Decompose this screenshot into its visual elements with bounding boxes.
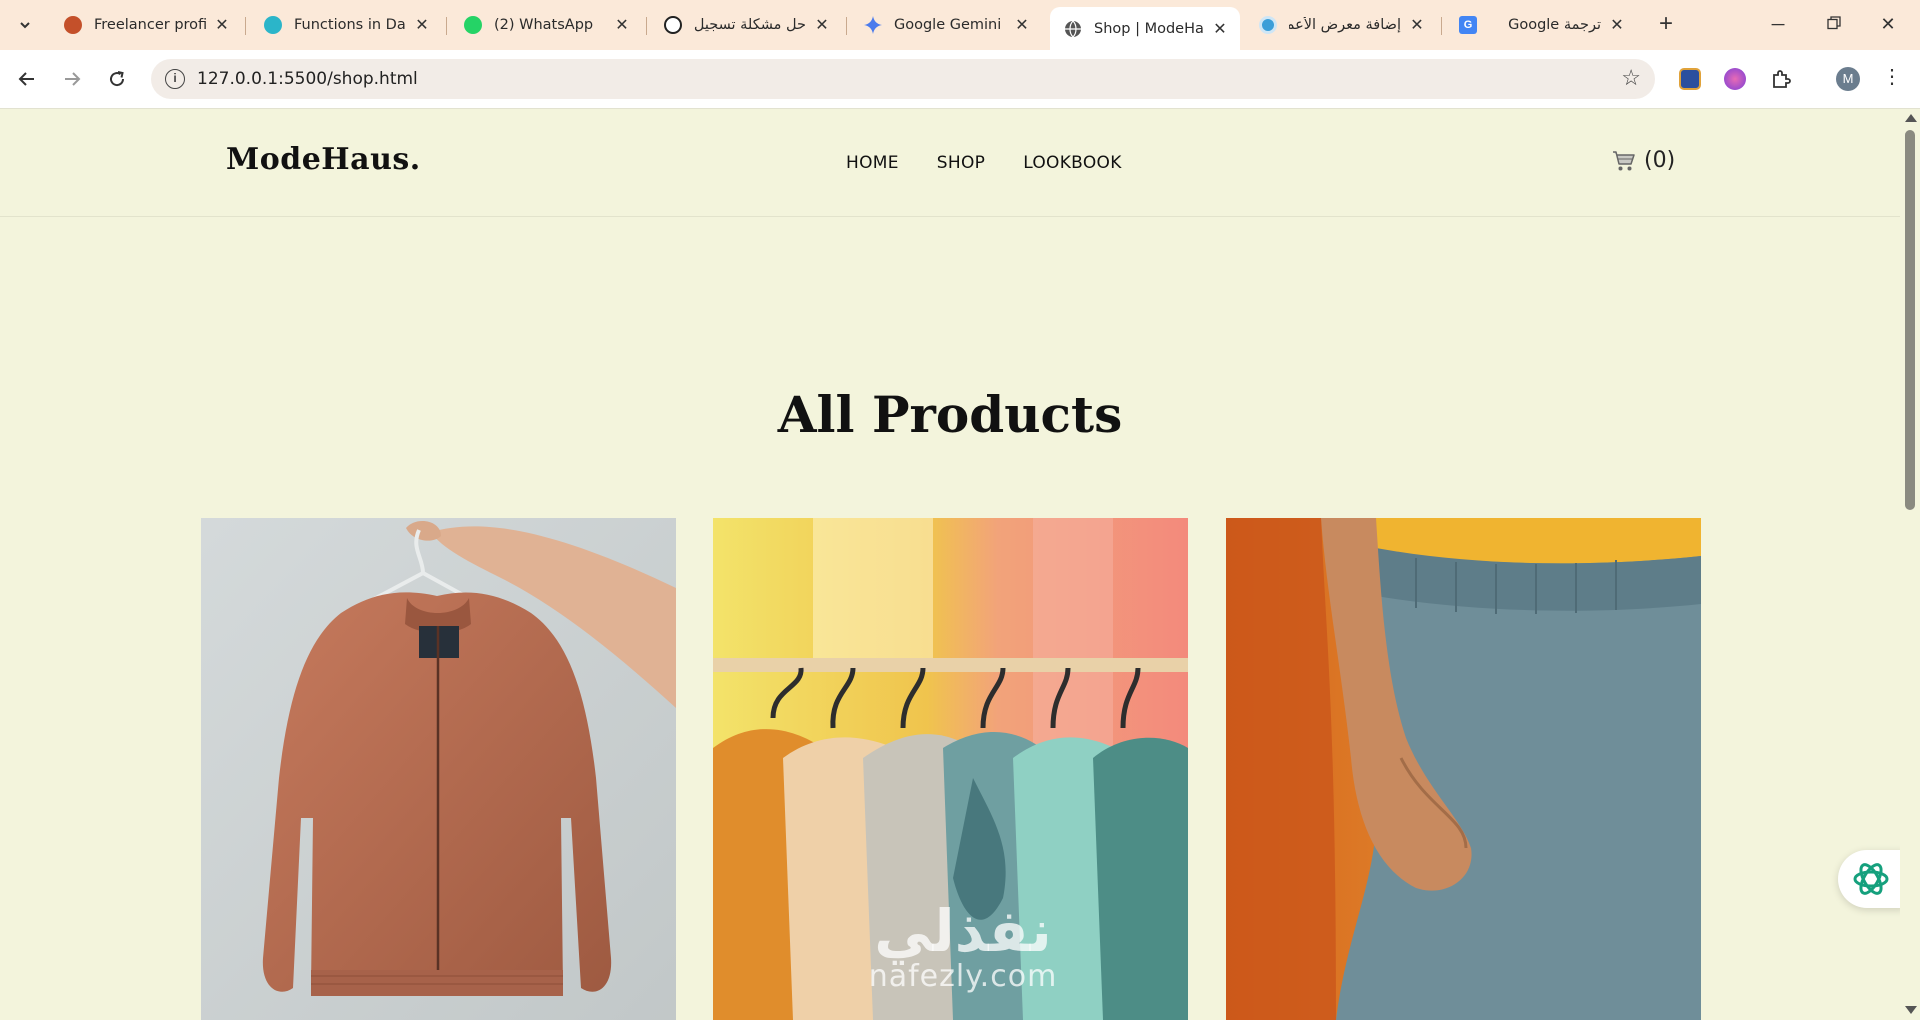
arrow-right-icon [65,72,81,86]
reload-icon [110,71,125,87]
chatgpt-icon [664,16,682,34]
assistant-button[interactable] [1838,850,1904,908]
url-text[interactable]: 127.0.0.1:5500/shop.html [197,69,418,89]
product-card-pants[interactable] [1226,518,1701,1020]
product-image[interactable] [201,518,676,1020]
close-window-button[interactable]: ✕ [1868,8,1908,40]
back-button[interactable] [10,62,44,96]
site-icon [1259,16,1277,34]
page-title: All Products [777,385,1123,444]
cart-icon [1613,150,1635,170]
close-icon[interactable]: ✕ [1407,15,1427,35]
nav-shop[interactable]: SHOP [937,153,985,173]
tab-search-button[interactable] [10,10,40,40]
restore-icon [1827,16,1841,30]
freelancer-icon [64,16,82,34]
new-tab-button[interactable]: + [1652,11,1680,39]
nav-lookbook[interactable]: LOOKBOOK [1023,153,1121,173]
close-icon[interactable]: ✕ [1012,15,1032,35]
puzzle-extensions-icon[interactable] [1770,68,1792,90]
tab-shop-active[interactable]: Shop | ModeHaus ✕ [1050,7,1240,50]
whatsapp-icon [464,16,482,34]
close-icon[interactable]: ✕ [1607,15,1627,35]
main-nav: HOME SHOP LOOKBOOK [846,153,1122,173]
site-logo[interactable]: ModeHaus. [226,142,421,177]
arrow-left-icon [18,72,34,86]
dart-doc-icon [264,16,282,34]
site-header: ModeHaus. HOME SHOP LOOKBOOK (0) [0,109,1900,217]
tab-dart[interactable]: Functions in Dart ✕ [250,7,442,43]
tab-whatsapp[interactable]: (2) WhatsApp ✕ [450,7,642,43]
reload-button[interactable] [100,62,134,96]
scroll-down-arrow[interactable] [1905,1006,1917,1014]
cart-count: (0) [1644,148,1676,173]
tab-title: حل مشكلة تسجيل [694,17,806,33]
site-info-icon[interactable]: i [165,69,185,89]
brain-extension-icon[interactable] [1724,68,1746,90]
tab-title: Google Gemini [894,17,1002,33]
tab-strip: Freelancer profile ✕ Functions in Dart ✕… [0,0,1920,50]
tab-title: ترجمة Google [1508,17,1601,33]
tab-translate[interactable]: G ترجمة Google ✕ [1445,7,1637,43]
google-translate-icon: G [1459,16,1477,34]
watermark-arabic: نفذلي [874,897,1052,965]
tab-title: (2) WhatsApp [494,17,594,33]
tab-portfolio[interactable]: إضافة معرض الأعمال ✕ [1245,7,1437,43]
tab-title: Functions in Dart [294,17,406,33]
ai-assistant-icon [1853,863,1889,895]
chevron-down-icon [20,22,30,29]
tab-title: إضافة معرض الأعمال [1289,17,1401,33]
gemini-icon [864,16,882,34]
globe-icon [1064,20,1082,38]
close-icon[interactable]: ✕ [412,15,432,35]
forward-button[interactable] [55,62,89,96]
cart-button[interactable]: (0) [1612,148,1675,173]
close-icon[interactable]: ✕ [612,15,632,35]
tab-gemini[interactable]: Google Gemini ✕ [850,7,1042,43]
scroll-up-arrow[interactable] [1905,114,1917,122]
browser-menu-icon[interactable]: ⋮ [1882,64,1902,89]
profile-avatar[interactable]: M [1836,67,1860,91]
close-icon[interactable]: ✕ [212,15,232,35]
product-image[interactable] [1226,518,1701,1020]
tab-title: Freelancer profile [94,17,206,33]
tab-freelancer[interactable]: Freelancer profile ✕ [50,7,242,43]
scrollbar-thumb[interactable] [1905,130,1915,510]
product-card-jacket[interactable] [201,518,676,1020]
tab-title: Shop | ModeHaus [1094,20,1204,37]
close-icon[interactable]: ✕ [812,15,832,35]
tab-chatgpt[interactable]: حل مشكلة تسجيل ✕ [650,7,842,43]
nav-home[interactable]: HOME [846,153,899,173]
close-icon[interactable]: ✕ [1210,19,1230,39]
watermark: نفذلي nafezly.com [853,900,1073,992]
restore-button[interactable] [1814,8,1854,40]
address-bar[interactable]: i 127.0.0.1:5500/shop.html ☆ [151,59,1655,99]
minimize-button[interactable]: ─ [1758,8,1798,40]
extension-icon[interactable] [1679,68,1701,90]
bookmark-star-icon[interactable]: ☆ [1621,65,1641,91]
watermark-latin: nafezly.com [868,959,1058,994]
